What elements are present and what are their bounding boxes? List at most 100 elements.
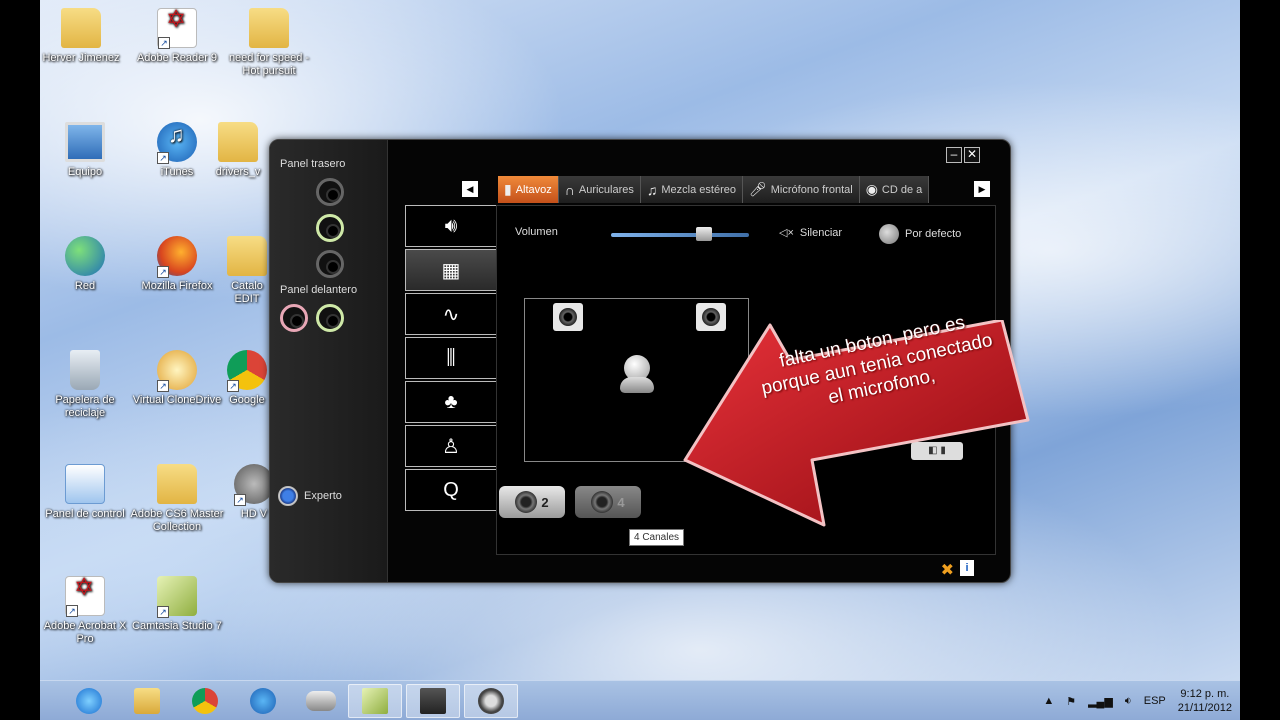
camtasia-icon xyxy=(362,688,388,714)
speaker-tab-icon: ▮ xyxy=(504,181,512,197)
channel-tooltip: 4 Canales xyxy=(629,529,685,546)
desktop-icon-google-chrome[interactable]: ↗ Google xyxy=(222,350,272,407)
volume-slider[interactable] xyxy=(611,227,749,241)
listener-icon xyxy=(620,355,654,399)
front-left-speaker-icon[interactable] xyxy=(553,303,583,331)
info-icon[interactable]: i xyxy=(960,560,974,576)
tab-altavoz[interactable]: ▮ Altavoz xyxy=(498,176,559,203)
desktop-icon-camtasia[interactable]: ↗ Camtasia Studio 7 xyxy=(130,576,224,633)
pdf-icon: ↗ xyxy=(157,8,197,49)
desktop-icon-nfs-folder[interactable]: need for speed - Hot pursuit xyxy=(222,8,316,78)
desktop-icon-control-panel[interactable]: Panel de control xyxy=(38,464,132,521)
rear-jack-black-2[interactable] xyxy=(316,250,344,278)
network-tray-icon[interactable]: ▂▄▆ xyxy=(1088,695,1113,708)
folder-icon xyxy=(249,8,289,48)
clock[interactable]: 9:12 p. m. 21/11/2012 xyxy=(1178,687,1232,715)
flag-icon[interactable]: ⚑ xyxy=(1066,695,1076,708)
connector-panel: Panel trasero Panel delantero Experto xyxy=(270,140,388,582)
expert-mode-option[interactable]: Experto xyxy=(278,486,342,506)
tray-expand-icon[interactable]: ▲ xyxy=(1043,695,1054,707)
volume-slider-thumb[interactable] xyxy=(696,227,713,241)
taskbar-chrome[interactable] xyxy=(178,684,232,718)
tabs-scroll-left-icon[interactable]: ◀ xyxy=(462,181,478,197)
speaker-config-icon[interactable]: ▦ xyxy=(405,249,497,291)
default-device-button[interactable]: Por defecto xyxy=(879,224,961,244)
taskbar-ie[interactable] xyxy=(62,684,116,718)
tabs-scroll-right-icon[interactable]: ▶ xyxy=(974,181,990,197)
taskbar-explorer[interactable] xyxy=(120,684,174,718)
desktop-icon-acrobat-x[interactable]: ↗ Adobe Acrobat X Pro xyxy=(38,576,132,646)
taskbar-audio-manager[interactable] xyxy=(464,684,518,718)
tab-cd-audio[interactable]: ◉ CD de a xyxy=(859,176,930,203)
desktop-icon-virtual-clonedrive[interactable]: ↗ Virtual CloneDrive xyxy=(130,350,224,407)
chrome-icon: ↗ xyxy=(227,350,267,392)
front-jack-pink[interactable] xyxy=(280,304,308,332)
taskbar-recorder[interactable] xyxy=(406,684,460,718)
front-panel-label: Panel delantero xyxy=(280,284,358,296)
footer-icons: ✖ i xyxy=(941,560,974,580)
speaker-volume-icon[interactable]: 🔊︎ xyxy=(405,205,497,247)
front-jack-green[interactable] xyxy=(316,304,344,332)
file-explorer-icon xyxy=(134,688,160,714)
tab-microfono-frontal[interactable]: 🎤︎ Micrófono frontal xyxy=(742,176,860,203)
firefox-icon: ↗ xyxy=(157,236,197,278)
volume-tray-icon[interactable]: 🔉︎ xyxy=(1125,695,1132,708)
close-button[interactable]: ✕ xyxy=(964,147,980,163)
desktop-icon-hd[interactable]: ↗ HD V xyxy=(234,464,274,521)
taskbar-gamepad[interactable] xyxy=(294,684,348,718)
folder-icon xyxy=(157,464,197,504)
itunes-icon: ↗ xyxy=(157,122,197,164)
user-folder-icon xyxy=(61,8,101,48)
taskbar-camtasia[interactable] xyxy=(348,684,402,718)
desktop-icon-adobe-cs6[interactable]: Adobe CS6 Master Collection xyxy=(130,464,224,534)
settings-sidebar: 🔊︎ ▦ ∿ ⫼ ♣ ♙ Q xyxy=(405,205,497,513)
system-tray: ▲ ⚑ ▂▄▆ 🔉︎ ESP 9:12 p. m. 21/11/2012 xyxy=(1043,681,1232,720)
speaker-icon xyxy=(478,688,504,714)
folder-icon xyxy=(227,236,267,276)
video-letterbox-right xyxy=(1240,0,1280,720)
minimize-button[interactable]: – xyxy=(946,147,962,163)
q-logo-icon[interactable]: Q xyxy=(405,469,497,511)
equalizer-icon[interactable]: ⫼ xyxy=(405,337,497,379)
sheep-icon: ↗ xyxy=(157,350,197,392)
desktop-icon-catalogo[interactable]: Catalo EDIT xyxy=(222,236,272,306)
default-device-icon xyxy=(879,224,899,244)
network-icon xyxy=(65,236,105,276)
window-controls: – ✕ xyxy=(946,147,980,163)
recycle-bin-icon xyxy=(70,350,100,390)
desktop-icon-red[interactable]: Red xyxy=(38,236,132,293)
tab-mezcla-estereo[interactable]: ♫ Mezcla estéreo xyxy=(640,176,743,203)
environment-icon[interactable]: ♣ xyxy=(405,381,497,423)
taskbar-itunes[interactable] xyxy=(236,684,290,718)
microphone-icon: 🎤︎ xyxy=(748,181,767,197)
pdf-icon: ↗ xyxy=(65,576,105,617)
device-tabs: ▮ Altavoz ∩ Auriculares ♫ Mezcla estéreo… xyxy=(498,176,970,203)
desktop: Herver Jimenez ↗ Adobe Reader 9 need for… xyxy=(0,0,1280,720)
channel-2-button[interactable]: 2 xyxy=(499,486,565,518)
rear-jack-green[interactable] xyxy=(316,214,344,242)
expert-radio-icon[interactable] xyxy=(278,486,298,506)
room-correction-icon[interactable]: ♙ xyxy=(405,425,497,467)
channel-4-button[interactable]: 4 xyxy=(575,486,641,518)
tab-auriculares[interactable]: ∩ Auriculares xyxy=(558,176,641,203)
hd-icon: ↗ xyxy=(234,464,274,506)
internet-explorer-icon xyxy=(76,688,102,714)
language-indicator[interactable]: ESP xyxy=(1144,695,1166,707)
desktop-icon-adobe-reader[interactable]: ↗ Adobe Reader 9 xyxy=(130,8,224,65)
desktop-icon-user-folder[interactable]: Herver Jimenez xyxy=(34,8,128,65)
itunes-icon xyxy=(250,688,276,714)
desktop-icon-recycle-bin[interactable]: Papelera de reciclaje xyxy=(38,350,132,420)
rear-panel-label: Panel trasero xyxy=(280,158,346,170)
mute-button[interactable]: ◁× Silenciar xyxy=(779,226,842,240)
folder-icon xyxy=(218,122,258,162)
tools-icon[interactable]: ✖ xyxy=(941,560,954,580)
desktop-icon-drivers[interactable]: drivers_v xyxy=(208,122,268,179)
rear-jack-black-1[interactable] xyxy=(316,178,344,206)
desktop-icon-firefox[interactable]: ↗ Mozilla Firefox xyxy=(130,236,224,293)
sine-wave-icon[interactable]: ∿ xyxy=(405,293,497,335)
computer-icon xyxy=(65,122,105,162)
cd-icon: ◉ xyxy=(865,181,878,197)
desktop-icon-equipo[interactable]: Equipo xyxy=(38,122,132,179)
recorder-icon xyxy=(420,688,446,714)
control-panel-icon xyxy=(65,464,105,504)
